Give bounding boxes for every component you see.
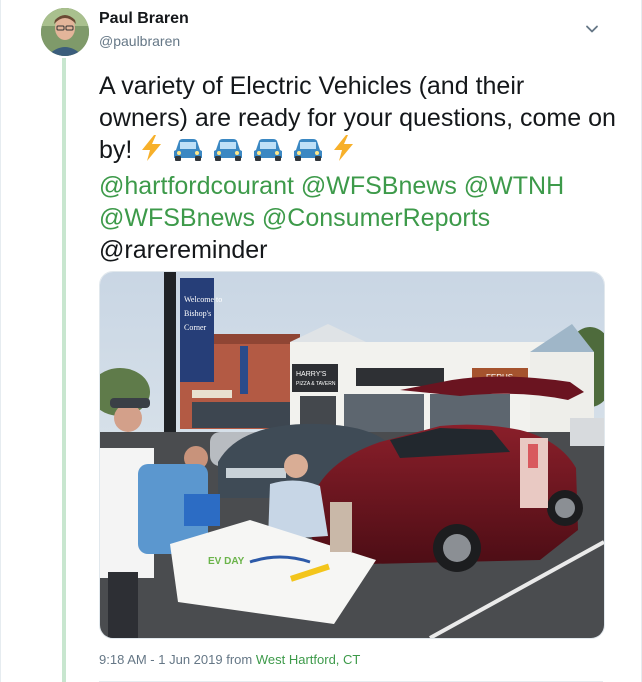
banner-line1: Welcome to [184,295,222,304]
banner-line3: Corner [184,323,207,332]
tweet-photo[interactable]: HARRY'S PIZZA & TAVERN FERUS Welcome to … [99,271,605,639]
avatar[interactable] [41,8,89,56]
tweet-meta: 9:18 AM - 1 Jun 2019 from West Hartford,… [99,652,360,667]
zap-icon [139,134,165,170]
car-icon [171,136,205,170]
author-handle[interactable]: @paulbraren [99,33,180,49]
harrys-sub: PIZZA & TAVERN [296,381,336,387]
emoji-row [139,135,363,164]
mention-link[interactable]: @WFSBnews [99,204,255,232]
mention-link[interactable]: @ConsumerReports [262,204,490,232]
car-icon [291,136,325,170]
chevron-down-icon[interactable] [583,20,601,38]
from-label: from [226,652,253,667]
mention-link[interactable]: @hartfordcourant [99,172,294,200]
timestamp[interactable]: 9:18 AM - 1 Jun 2019 [99,652,223,667]
mention-plain[interactable]: @rarereminder [99,236,267,264]
left-border [0,0,1,682]
car-icon [251,136,285,170]
author-name[interactable]: Paul Braren [99,10,189,28]
location-link[interactable]: West Hartford, CT [256,652,361,667]
mention-link[interactable]: @WFSBnews [301,172,457,200]
harrys-sign: HARRY'S [296,371,327,378]
mention-link[interactable]: @WTNH [464,172,564,200]
tweet-text: A variety of Electric Vehicles (and thei… [99,70,619,266]
thread-line [62,58,66,682]
banner-line2: Bishop's [184,309,211,318]
car-icon [211,136,245,170]
table-sign: EV DAY [208,556,245,567]
zap-icon [331,134,357,170]
